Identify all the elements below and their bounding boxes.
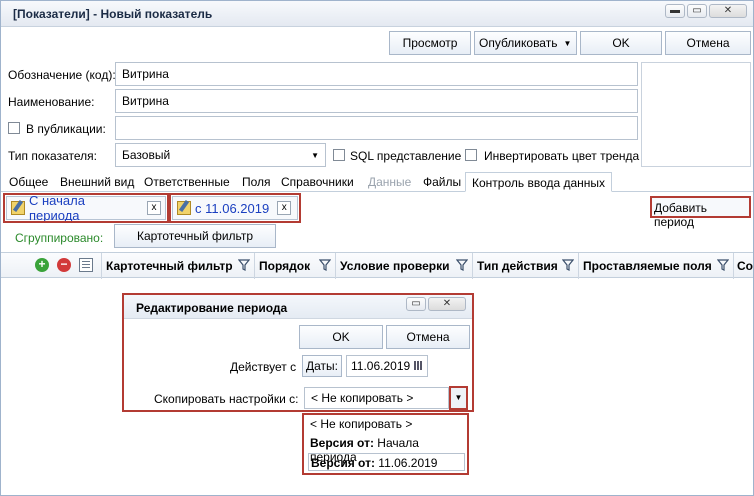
publish-label: Опубликовать bbox=[479, 36, 558, 50]
window-controls: ▬ ▭ ✕ bbox=[665, 4, 747, 18]
copy-settings-dropdown: < Не копировать > Версия от: Начала пери… bbox=[302, 413, 469, 475]
grouping-chip[interactable]: Картотечный фильтр bbox=[114, 224, 276, 248]
dialog-cancel-button[interactable]: Отмена bbox=[386, 325, 470, 349]
column-set-fields[interactable]: Проставляемые поля bbox=[578, 253, 733, 279]
valid-from-label: Действует с bbox=[230, 360, 297, 374]
add-period-button[interactable]: Добавить период bbox=[650, 196, 751, 229]
tab-strip: Общее Внешний вид Ответственные Поля Спр… bbox=[1, 172, 753, 192]
minimize-icon[interactable]: ▬ bbox=[665, 4, 685, 18]
highlight-frame bbox=[3, 193, 169, 223]
invert-label: Инвертировать цвет тренда bbox=[484, 149, 640, 163]
dates-button[interactable]: Даты: bbox=[302, 355, 342, 377]
close-icon[interactable]: ✕ bbox=[709, 4, 747, 18]
code-input[interactable]: Витрина bbox=[115, 62, 638, 86]
add-icon[interactable]: + bbox=[35, 258, 49, 272]
filter-icon[interactable] bbox=[562, 259, 574, 271]
tab-appearance[interactable]: Внешний вид bbox=[54, 172, 140, 192]
dropdown-item-prefix: Версия от: bbox=[311, 456, 375, 470]
cancel-button[interactable]: Отмена bbox=[665, 31, 751, 55]
column-label: Проставляемые поля bbox=[583, 259, 712, 273]
dropdown-item[interactable]: < Не копировать > bbox=[308, 415, 463, 433]
type-select[interactable]: Базовый ▼ bbox=[115, 143, 326, 167]
sql-checkbox[interactable] bbox=[333, 149, 345, 161]
filter-icon[interactable] bbox=[319, 259, 331, 271]
type-label: Тип показателя: bbox=[8, 149, 97, 163]
tab-files[interactable]: Файлы bbox=[417, 172, 467, 192]
name-input[interactable]: Витрина bbox=[115, 89, 638, 113]
column-label: Порядок bbox=[259, 259, 311, 273]
filter-icon[interactable] bbox=[238, 259, 250, 271]
maximize-icon[interactable]: ▭ bbox=[406, 297, 426, 311]
publish-button[interactable]: Опубликовать ▼ bbox=[474, 31, 577, 55]
sql-label: SQL представление bbox=[350, 149, 462, 163]
highlight-frame bbox=[169, 193, 301, 223]
grid-header: + − Картотечный фильтр Порядок Условие п… bbox=[1, 252, 753, 279]
column-partial[interactable]: Со bbox=[733, 253, 753, 279]
tab-responsible[interactable]: Ответственные bbox=[138, 172, 236, 192]
column-label: Условие проверки bbox=[340, 259, 450, 273]
column-label: Со bbox=[737, 259, 753, 273]
remove-icon[interactable]: − bbox=[57, 258, 71, 272]
chevron-down-icon: ▼ bbox=[311, 150, 319, 160]
ok-button[interactable]: OK bbox=[580, 31, 662, 55]
tab-dictionaries[interactable]: Справочники bbox=[275, 172, 360, 192]
calendar-icon[interactable] bbox=[414, 361, 423, 370]
column-order[interactable]: Порядок bbox=[254, 253, 335, 279]
grouping-panel: Сгруппировано: Картотечный фильтр bbox=[1, 222, 753, 250]
dialog-title: Редактирование периода bbox=[136, 301, 288, 315]
tab-input-control[interactable]: Контроль ввода данных bbox=[465, 172, 613, 192]
grouping-label: Сгруппировано: bbox=[15, 231, 104, 245]
image-preview-box bbox=[641, 62, 751, 167]
tab-data: Данные bbox=[368, 175, 412, 189]
column-label: Картотечный фильтр bbox=[106, 259, 233, 273]
chevron-down-icon: ▼ bbox=[563, 38, 572, 48]
publications-input[interactable] bbox=[115, 116, 638, 140]
publications-checkbox[interactable] bbox=[8, 122, 20, 134]
maximize-icon[interactable]: ▭ bbox=[687, 4, 707, 18]
column-action-type[interactable]: Тип действия bbox=[472, 253, 578, 279]
type-value: Базовый bbox=[122, 148, 171, 162]
tab-fields[interactable]: Поля bbox=[236, 172, 277, 192]
column-check-condition[interactable]: Условие проверки bbox=[335, 253, 472, 279]
dialog-ok-button[interactable]: OK bbox=[299, 325, 383, 349]
copy-settings-select[interactable]: < Не копировать > bbox=[304, 387, 449, 409]
edit-period-dialog: Редактирование периода ▭ ✕ OK Отмена Дей… bbox=[122, 293, 474, 412]
column-label: Тип действия bbox=[477, 259, 558, 273]
filter-icon[interactable] bbox=[717, 259, 729, 271]
copy-settings-label: Скопировать настройки с: bbox=[154, 392, 299, 406]
code-label: Обозначение (код): bbox=[8, 68, 116, 82]
dropdown-item-text: 11.06.2019 bbox=[374, 456, 438, 470]
tab-general[interactable]: Общее bbox=[3, 172, 54, 192]
window-title: [Показатели] - Новый показатель bbox=[13, 7, 213, 21]
column-card-filter[interactable]: Картотечный фильтр bbox=[101, 253, 254, 279]
dropdown-item[interactable]: Версия от: Начала периода bbox=[308, 434, 463, 464]
invert-checkbox[interactable] bbox=[465, 149, 477, 161]
dropdown-item-prefix: Версия от: bbox=[310, 436, 374, 450]
date-input[interactable]: 11.06.2019 bbox=[346, 355, 428, 377]
preview-button[interactable]: Просмотр bbox=[389, 31, 471, 55]
close-icon[interactable]: ✕ bbox=[428, 297, 466, 311]
window: [Показатели] - Новый показатель ▬ ▭ ✕ Пр… bbox=[0, 0, 754, 496]
name-label: Наименование: bbox=[8, 95, 95, 109]
dropdown-item-text: < Не копировать > bbox=[310, 417, 413, 431]
dialog-title-bar: Редактирование периода ▭ ✕ bbox=[124, 295, 472, 319]
date-value: 11.06.2019 bbox=[351, 359, 411, 373]
chevron-down-icon[interactable]: ▼ bbox=[449, 386, 468, 410]
title-bar: [Показатели] - Новый показатель ▬ ▭ ✕ bbox=[1, 1, 753, 27]
filter-icon[interactable] bbox=[456, 259, 468, 271]
columns-icon[interactable] bbox=[79, 258, 93, 272]
dropdown-item[interactable]: Версия от: 11.06.2019 bbox=[308, 453, 465, 471]
publications-label: В публикации: bbox=[26, 122, 106, 136]
